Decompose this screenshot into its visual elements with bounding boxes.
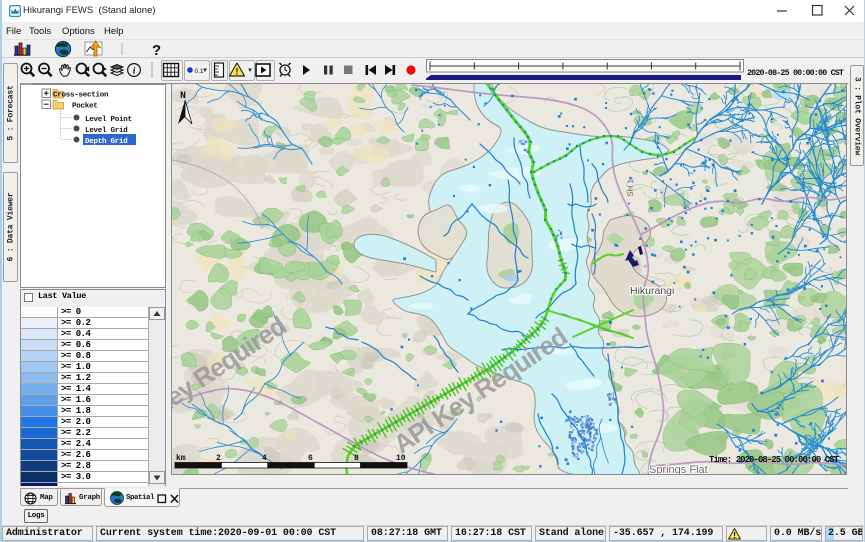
svg-text:Level Point: Level Point: [85, 116, 132, 124]
svg-text:Pocket: Pocket: [72, 102, 98, 110]
svg-text:0.1: 0.1: [195, 68, 204, 75]
svg-text:Cross-section: Cross-section: [53, 91, 109, 99]
svg-text:i: i: [133, 66, 136, 76]
svg-text:!: !: [733, 530, 736, 540]
svg-text:!: !: [236, 67, 239, 77]
svg-text:?: ?: [152, 42, 161, 57]
svg-text:2020-08-25 00:00:00 CST: 2020-08-25 00:00:00 CST: [747, 69, 844, 78]
svg-text:Level Grid: Level Grid: [85, 127, 128, 135]
svg-text:Depth Grid: Depth Grid: [85, 138, 128, 146]
